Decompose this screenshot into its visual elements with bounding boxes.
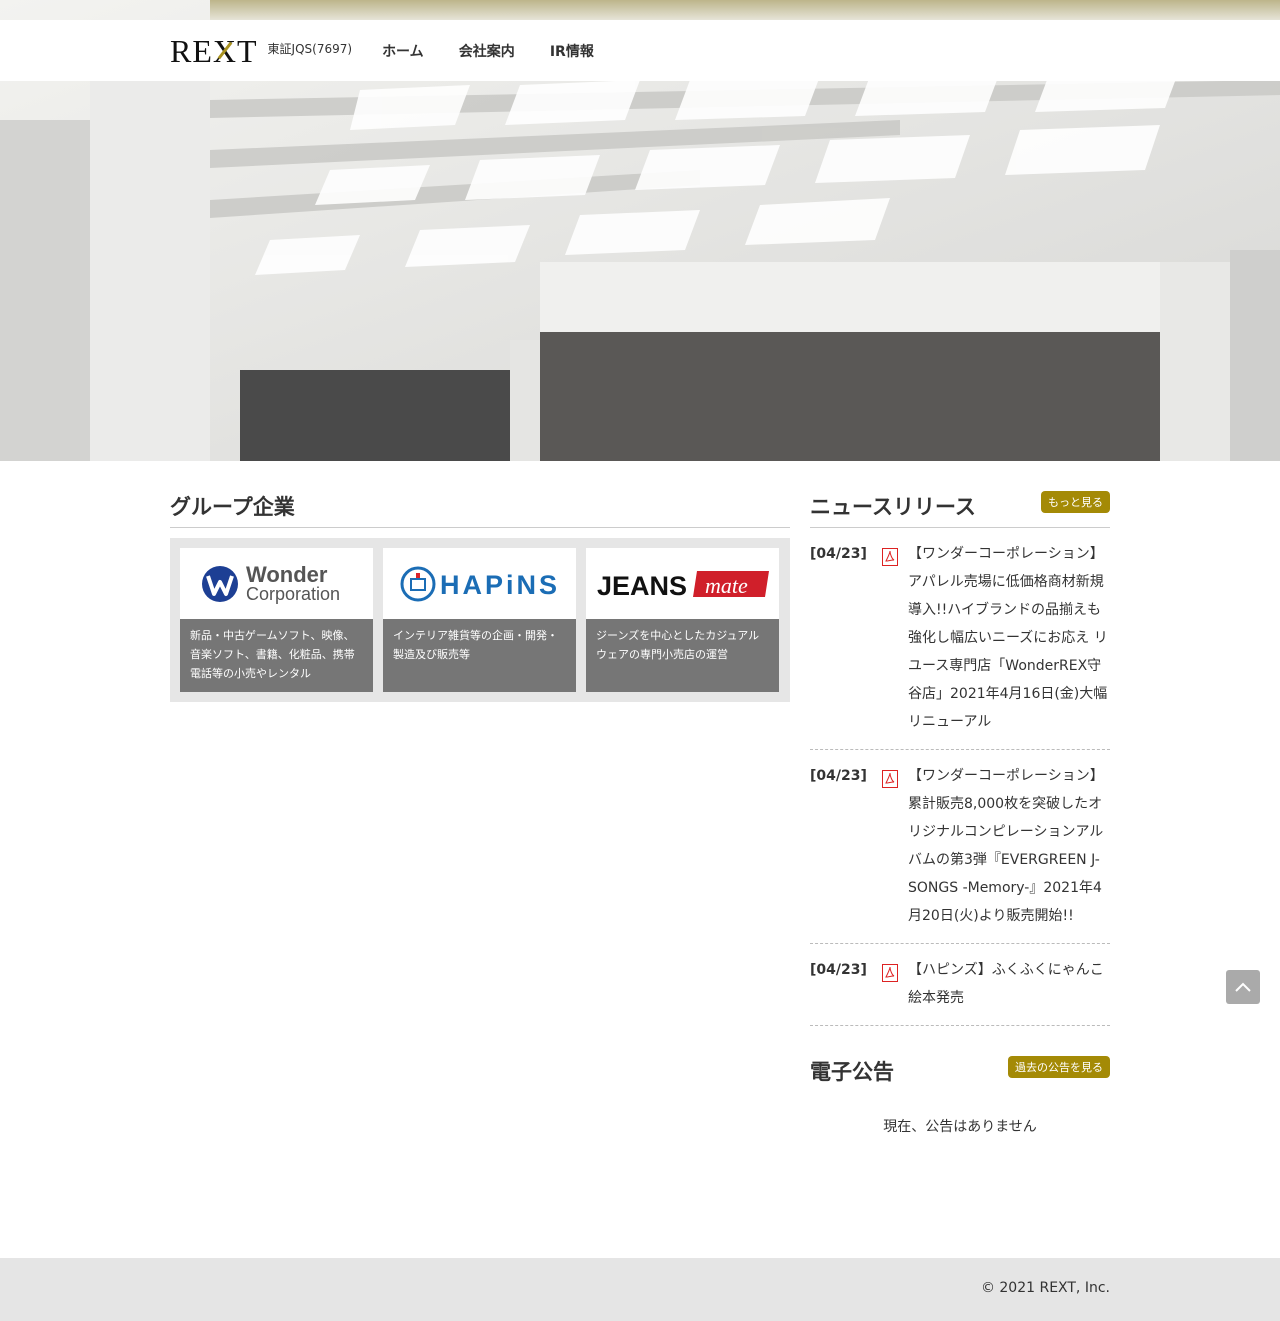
past-notices-button[interactable]: 過去の公告を見る [1008, 1056, 1110, 1078]
news-date: [04/23] [810, 768, 867, 784]
news-more-button[interactable]: もっと見る [1041, 491, 1110, 513]
news-text[interactable]: 【ハピンズ】ふくふくにゃんこ絵本発売 [908, 956, 1110, 1012]
site-header: REXT 東証JQS(7697) ホーム 会社案内 IR情報 [0, 20, 1280, 81]
site-footer: © 2021 REXT, Inc. [0, 1258, 1280, 1321]
news-date: [04/23] [810, 546, 867, 562]
main-nav: ホーム 会社案内 IR情報 [382, 41, 624, 61]
card-hapins[interactable]: HAPiNS インテリア雑貨等の企画・開発・製造及び販売等 [383, 548, 576, 692]
jeansmate-logo-main: JEANS [597, 571, 687, 601]
wonder-logo: Wonder Corporation [180, 548, 373, 619]
public-notice-header: 電子公告 過去の公告を見る [810, 1056, 1110, 1096]
back-to-top-button[interactable] [1226, 970, 1260, 1004]
stock-ticker: 東証JQS(7697) [267, 42, 353, 56]
news-release-section: ニュースリリース もっと見る [04/23] 【ワンダーコーポレーション】アパレ… [810, 491, 1110, 1026]
news-item[interactable]: [04/23] 【ワンダーコーポレーション】累計販売8,000枚を突破したオリジ… [810, 750, 1110, 944]
card-wonder[interactable]: Wonder Corporation 新品・中古ゲームソフト、映像、音楽ソフト、… [180, 548, 373, 692]
news-text[interactable]: 【ワンダーコーポレーション】アパレル売場に低価格商材新規導入!!ハイブランドの品… [908, 540, 1110, 736]
public-notice-section: 電子公告 過去の公告を見る 現在、公告はありません [810, 1056, 1110, 1136]
nav-ir[interactable]: IR情報 [550, 44, 594, 60]
wonder-desc: 新品・中古ゲームソフト、映像、音楽ソフト、書籍、化粧品、携帯電話等の小売やレンタ… [190, 629, 355, 680]
hapins-logo-text: HAPiNS [440, 570, 560, 600]
news-item[interactable]: [04/23] 【ハピンズ】ふくふくにゃんこ絵本発売 [810, 944, 1110, 1026]
pdf-icon [882, 770, 898, 788]
wonder-logo-line2: Corporation [246, 584, 340, 604]
nav-home[interactable]: ホーム [382, 44, 424, 60]
jeansmate-desc: ジーンズを中心としたカジュアルウェアの専門小売店の運営 [596, 629, 760, 661]
pdf-icon [882, 964, 898, 982]
chevron-up-icon [1235, 982, 1251, 992]
news-text[interactable]: 【ワンダーコーポレーション】累計販売8,000枚を突破したオリジナルコンピレーシ… [908, 762, 1110, 930]
copyright: © 2021 REXT, Inc. [980, 1280, 1110, 1296]
nav-company[interactable]: 会社案内 [459, 44, 515, 60]
jeansmate-logo: JEANS mate [586, 548, 779, 619]
group-companies-title: グループ企業 [170, 491, 790, 528]
jeansmate-logo-sub: mate [705, 573, 748, 598]
hapins-logo: HAPiNS [383, 548, 576, 619]
news-item[interactable]: [04/23] 【ワンダーコーポレーション】アパレル売場に低価格商材新規導入!!… [810, 528, 1110, 750]
card-jeansmate[interactable]: JEANS mate ジーンズを中心としたカジュアルウェアの専門小売店の運営 [586, 548, 779, 692]
group-companies-list: Wonder Corporation 新品・中古ゲームソフト、映像、音楽ソフト、… [170, 538, 790, 702]
rext-logo[interactable]: REXT [170, 35, 258, 67]
news-header: ニュースリリース もっと見る [810, 491, 1110, 528]
pdf-icon [882, 548, 898, 566]
public-notice-message: 現在、公告はありません [883, 1119, 1037, 1135]
hapins-desc: インテリア雑貨等の企画・開発・製造及び販売等 [393, 629, 558, 661]
group-companies-section: グループ企業 Wonder Corporation 新品・中古ゲームソフト、映像… [170, 491, 790, 702]
news-date: [04/23] [810, 962, 867, 978]
